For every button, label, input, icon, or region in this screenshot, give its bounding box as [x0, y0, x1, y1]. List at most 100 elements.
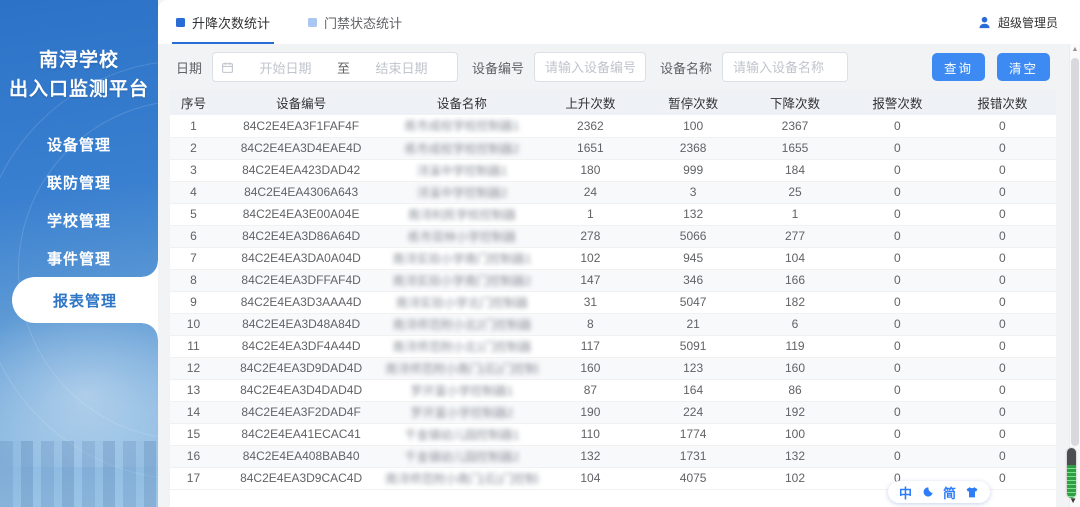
table-column-header: 设备编号: [216, 90, 386, 115]
sidebar-menu-item-label: 学校管理: [46, 212, 111, 230]
cell-down-count: 1655: [744, 137, 846, 160]
sidebar-menu-item[interactable]: 学校管理: [0, 201, 158, 239]
clear-button[interactable]: 清空: [996, 53, 1050, 81]
table-column-header: 下降次数: [744, 90, 846, 115]
cell-error-count: 0: [948, 379, 1056, 402]
cell-device-no: 84C2E4EA3F1FAF4F: [216, 115, 386, 138]
scroll-widget-down-arrow-icon[interactable]: ▼: [1069, 496, 1077, 505]
table-row: 10 84C2E4EA3D48A84D 南浔师范附小北2门控制器 8 21 6 …: [170, 313, 1056, 336]
table-row: 7 84C2E4EA3DA0A04D 南浔实验小学南门控制器1 102 945 …: [170, 247, 1056, 270]
cell-device-name: 南浔师范附小北1门控制器: [385, 335, 539, 358]
cell-up-count: 160: [538, 357, 643, 380]
table-row: 9 84C2E4EA3D3AAA4D 南浔实验小学北门控制器 31 5047 1…: [170, 291, 1056, 314]
date-end-placeholder[interactable]: 结束日期: [354, 58, 449, 77]
tab-label: 门禁状态统计: [324, 15, 403, 31]
cell-seq: 13: [170, 379, 217, 402]
cell-alarm-count: 0: [845, 247, 949, 270]
cell-device-name: 浔溪中学控制器2: [385, 181, 539, 204]
table-row: 3 84C2E4EA423DAD42 浔溪中学控制器1 180 999 184 …: [170, 159, 1056, 182]
date-range-picker[interactable]: 开始日期 至 结束日期: [212, 52, 459, 82]
cell-device-no: 84C2E4EA3D86A64D: [216, 225, 386, 248]
cell-up-count: 190: [538, 401, 643, 424]
device-name-input[interactable]: [722, 52, 849, 82]
cell-pause-count: 21: [642, 313, 745, 336]
scroll-widget-cap: [1067, 448, 1076, 465]
sidebar-menu-item[interactable]: 设备管理: [0, 125, 158, 163]
cell-alarm-count: 0: [845, 291, 949, 314]
device-no-input[interactable]: [534, 52, 647, 82]
cell-device-no: 84C2E4EA3DF4A44D: [216, 335, 386, 358]
cell-pause-count: 5047: [642, 291, 745, 314]
translate-extension-widget[interactable]: 中 简: [888, 481, 991, 503]
filter-bar: 日期 开始日期 至 结束日期 设备编号 设备名称 查询 清空: [158, 44, 1080, 90]
vertical-scrollbar[interactable]: ▲: [1069, 44, 1080, 507]
user-badge[interactable]: 超级管理员: [977, 14, 1080, 31]
cell-device-no: 84C2E4EA408BAB40: [216, 445, 386, 468]
chinese-char-icon[interactable]: 中: [899, 483, 912, 502]
search-button[interactable]: 查询: [931, 53, 985, 81]
tab-bar: 升降次数统计 门禁状态统计: [171, 0, 440, 44]
moon-icon[interactable]: [921, 486, 934, 499]
cell-down-count: 166: [744, 269, 846, 292]
table-row: 16 84C2E4EA408BAB40 千金镇幼儿园控制器2 132 1731 …: [170, 445, 1056, 468]
cell-pause-count: 123: [642, 357, 745, 380]
cell-alarm-count: 0: [845, 401, 949, 424]
cell-down-count: 160: [744, 357, 846, 380]
cell-device-no: 84C2E4EA3D4EAE4D: [216, 137, 386, 160]
report-table-panel: 序号 设备编号 设备名称 上升次数 暂停次数 下降次数 报警次数 报错次数 1 …: [170, 90, 1056, 507]
cell-alarm-count: 0: [845, 137, 949, 160]
cell-up-count: 147: [538, 269, 643, 292]
cell-error-count: 0: [948, 203, 1056, 226]
cell-seq: 8: [170, 269, 217, 292]
cell-device-name: 练市成校学校控制器1: [385, 115, 539, 138]
scroll-widget-stripes: [1067, 465, 1076, 498]
date-range-separator: 至: [337, 60, 351, 76]
shirt-icon[interactable]: [965, 486, 979, 499]
cell-down-count: 2367: [744, 115, 846, 138]
cell-pause-count: 999: [642, 159, 745, 182]
cell-device-name: 南浔实验小学南门控制器2: [385, 269, 539, 292]
cell-device-name: 罗开富小学控制器1: [385, 379, 539, 402]
table-row: 1 84C2E4EA3F1FAF4F 练市成校学校控制器1 2362 100 2…: [170, 115, 1056, 138]
cell-device-name: 罗开富小学控制器2: [385, 401, 539, 424]
table-row: 15 84C2E4EA41ECAC41 千金镇幼儿园控制器1 110 1774 …: [170, 423, 1056, 446]
table-row: 14 84C2E4EA3F2DAD4F 罗开富小学控制器2 190 224 19…: [170, 401, 1056, 424]
cell-alarm-count: 0: [845, 313, 949, 336]
tab[interactable]: 门禁状态统计: [308, 0, 402, 44]
scrollbar-thumb[interactable]: [1071, 58, 1079, 446]
cell-device-name: 练市成校学校控制器2: [385, 137, 539, 160]
device-name-filter-label: 设备名称: [660, 60, 713, 76]
scroll-progress-widget[interactable]: [1067, 448, 1076, 498]
cell-pause-count: 100: [642, 115, 745, 138]
cell-pause-count: 5066: [642, 225, 745, 248]
table-row: 2 84C2E4EA3D4EAE4D 练市成校学校控制器2 1651 2368 …: [170, 137, 1056, 160]
table-row: 8 84C2E4EA3DFFAF4D 南浔实验小学南门控制器2 147 346 …: [170, 269, 1056, 292]
cell-seq: 6: [170, 225, 217, 248]
cell-down-count: 100: [744, 423, 846, 446]
table-row: 6 84C2E4EA3D86A64D 练市双林小学控制器 278 5066 27…: [170, 225, 1056, 248]
cell-device-name: 练市双林小学控制器: [385, 225, 539, 248]
sidebar-menu-item[interactable]: 报表管理: [12, 261, 158, 339]
simplified-char-icon[interactable]: 简: [943, 483, 956, 502]
cell-alarm-count: 0: [845, 203, 949, 226]
cell-pause-count: 224: [642, 401, 745, 424]
cell-up-count: 1: [538, 203, 643, 226]
scrollbar-up-arrow-icon[interactable]: ▲: [1070, 46, 1080, 53]
cell-error-count: 0: [948, 269, 1056, 292]
cell-seq: 11: [170, 335, 217, 358]
table-column-header: 设备名称: [385, 90, 539, 115]
user-icon: [979, 16, 990, 28]
tab[interactable]: 升降次数统计: [171, 0, 275, 44]
cell-pause-count: 2368: [642, 137, 745, 160]
report-table: 序号 设备编号 设备名称 上升次数 暂停次数 下降次数 报警次数 报错次数 1 …: [170, 90, 1056, 490]
cell-up-count: 104: [538, 467, 643, 490]
cell-down-count: 102: [744, 467, 846, 490]
cell-error-count: 0: [948, 181, 1056, 204]
sidebar-menu-item[interactable]: 事件管理: [0, 239, 158, 277]
sidebar-menu-item[interactable]: 联防管理: [0, 163, 158, 201]
date-start-placeholder[interactable]: 开始日期: [238, 58, 333, 77]
user-name: 超级管理员: [997, 15, 1058, 30]
cell-up-count: 31: [538, 291, 643, 314]
calendar-icon: [222, 61, 233, 73]
date-filter-label: 日期: [176, 60, 203, 76]
